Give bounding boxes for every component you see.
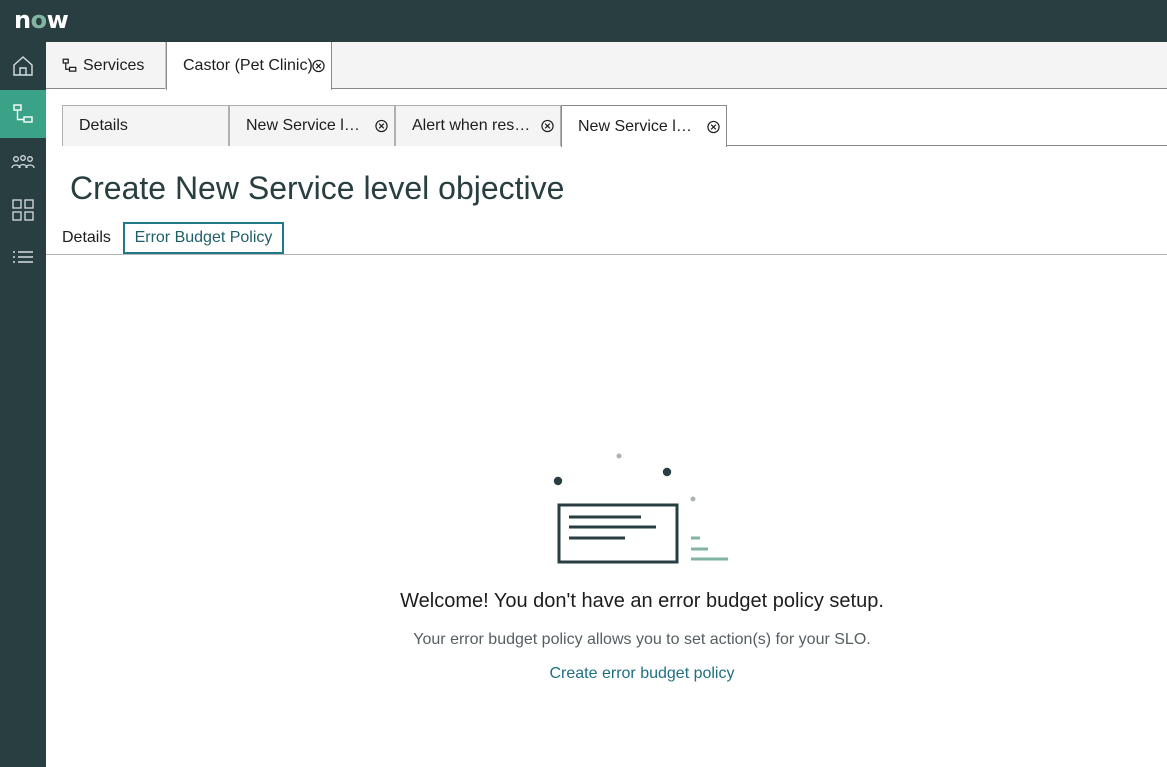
tab-error-budget-policy[interactable]: Error Budget Policy [123,222,284,254]
close-tab-icon[interactable] [541,119,554,133]
close-tab-icon[interactable] [375,119,388,133]
tab-castor[interactable]: Castor (Pet Clinic) [166,42,332,90]
nav-item-list[interactable] [0,234,46,282]
tab-castor-label: Castor (Pet Clinic) [183,57,313,74]
nav-item-dashboards[interactable] [0,186,46,234]
record-tab-bar: Details New Service lev… Alert when resp… [62,105,1167,147]
record-tab-new-slo-2[interactable]: New Service lev… [561,105,727,147]
nav-item-home[interactable] [0,42,46,90]
create-error-budget-policy-link[interactable]: Create error budget policy [446,665,838,683]
empty-state-illustration [553,453,728,564]
grid-icon [12,199,34,221]
nav-item-teams[interactable] [0,138,46,186]
main-area: Services Castor (Pet Clinic) Details New… [46,42,1167,767]
nav-item-services[interactable] [0,90,46,138]
list-icon [13,251,33,263]
record-tab-label: Alert when resp… [412,117,534,134]
record-tab-alert[interactable]: Alert when resp… [395,105,561,146]
record-tab-label: Details [79,117,128,134]
tab-services[interactable]: Services [46,42,166,89]
close-tab-icon[interactable] [312,59,325,73]
logo-text: now [14,6,69,34]
record-tab-new-slo-1[interactable]: New Service lev… [229,105,395,146]
side-nav [0,42,46,767]
empty-state-title: Welcome! You don't have an error budget … [400,590,884,612]
record-tab-label: New Service lev… [246,117,368,134]
service-map-icon [13,104,33,123]
page-title: Create New Service level objective [70,170,565,206]
tab-services-label: Services [83,56,145,74]
record-tab-details[interactable]: Details [62,105,229,146]
close-tab-icon[interactable] [707,120,720,133]
app-tab-bar: Services Castor (Pet Clinic) [46,42,1167,90]
top-bar: now [0,0,1167,42]
now-logo[interactable]: now [14,6,69,34]
service-map-icon [62,58,77,73]
tab-details[interactable]: Details [62,222,111,254]
record-tab-label: New Service lev… [578,117,700,135]
form-tab-bar: Details Error Budget Policy [46,222,1167,255]
home-icon [13,56,33,76]
people-icon [11,155,35,169]
empty-state-subtitle: Your error budget policy allows you to s… [413,631,871,648]
